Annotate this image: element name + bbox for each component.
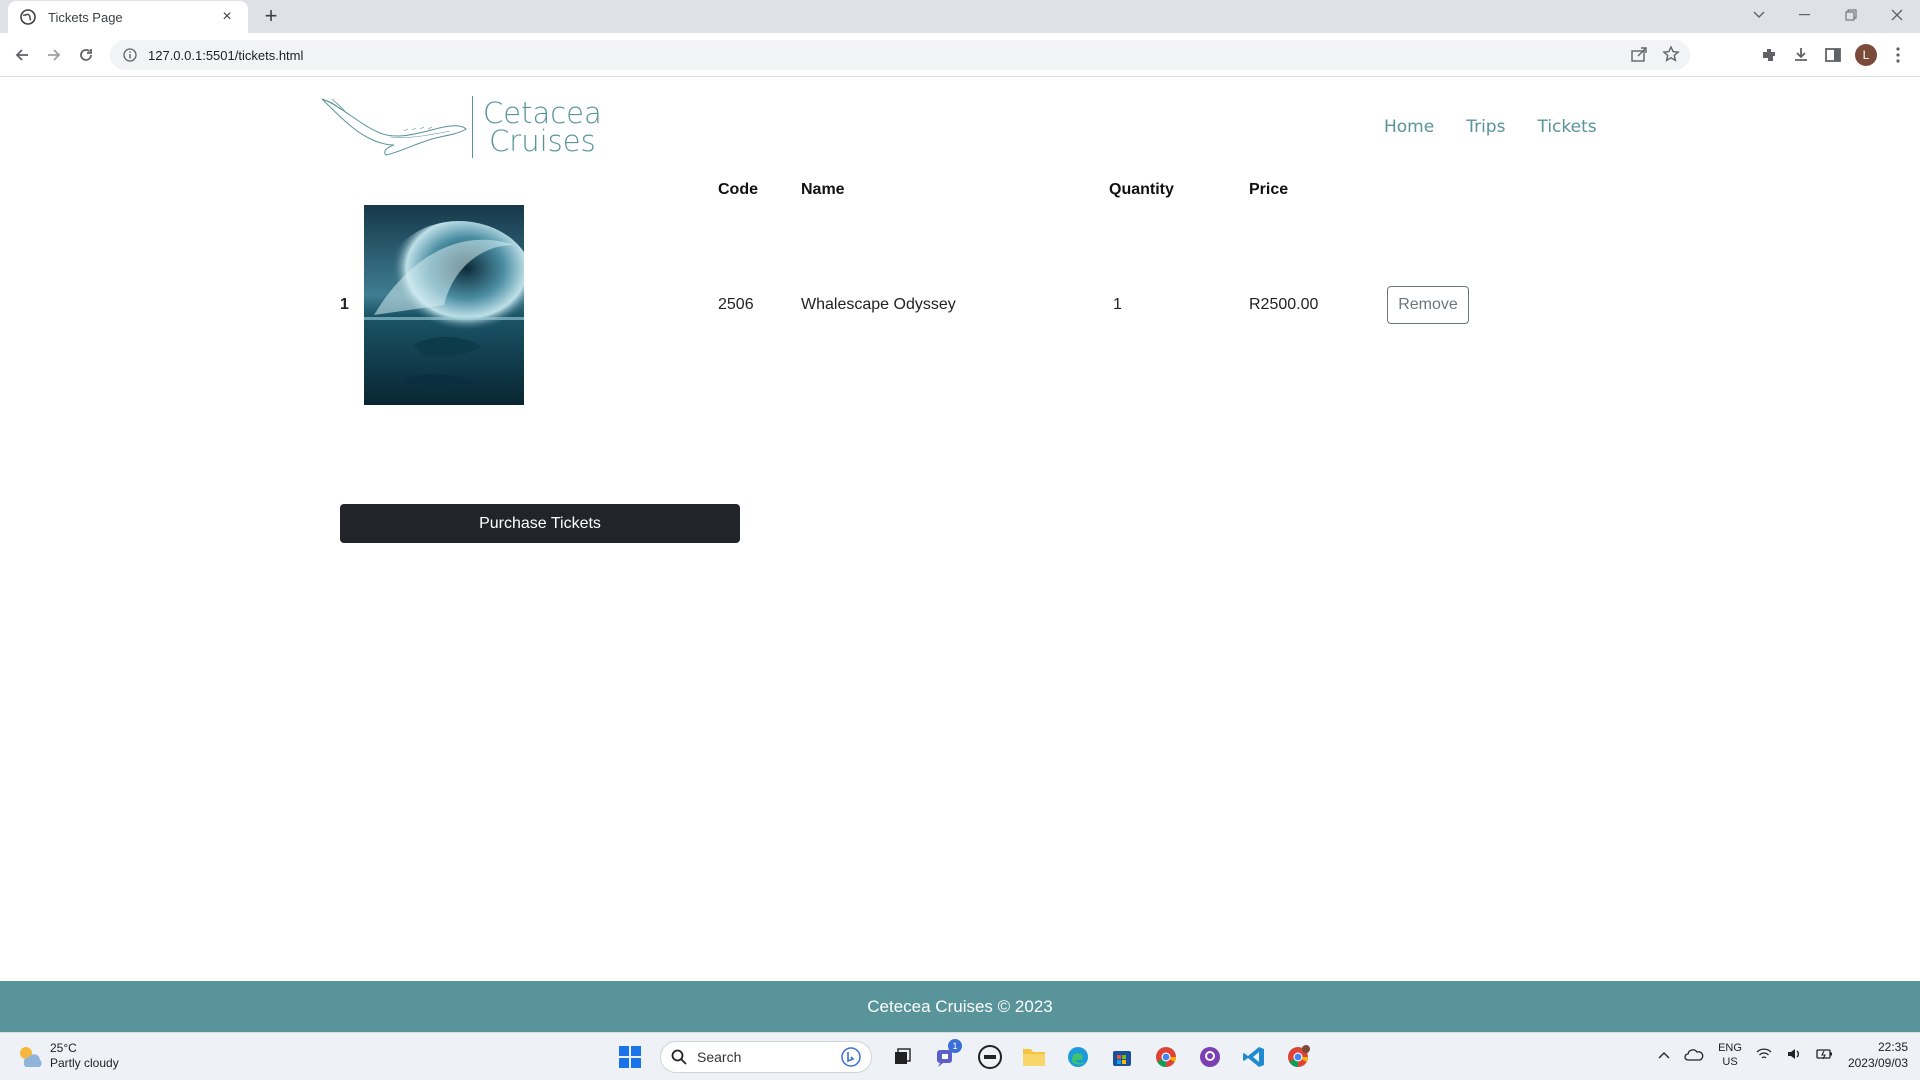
wifi-icon[interactable] bbox=[1756, 1047, 1772, 1064]
nav-trips[interactable]: Trips bbox=[1466, 117, 1505, 137]
forward-icon[interactable] bbox=[42, 43, 66, 67]
site-header: Cetacea Cruises Home Trips Tickets bbox=[0, 77, 1920, 177]
image-header bbox=[364, 175, 718, 205]
nav-tickets[interactable]: Tickets bbox=[1537, 117, 1596, 137]
github-desktop-icon[interactable] bbox=[1192, 1039, 1228, 1075]
clock[interactable]: 22:35 2023/09/03 bbox=[1848, 1039, 1908, 1071]
quantity-header: Quantity bbox=[1109, 181, 1174, 198]
teams-chat-icon[interactable]: 1 bbox=[928, 1039, 964, 1075]
volume-icon[interactable] bbox=[1786, 1047, 1802, 1064]
taskbar-search[interactable]: Search bbox=[660, 1041, 872, 1073]
back-icon[interactable] bbox=[10, 43, 34, 67]
globe-icon bbox=[20, 9, 36, 25]
tab-title: Tickets Page bbox=[48, 9, 123, 25]
address-bar[interactable]: 127.0.0.1:5501/tickets.html bbox=[110, 40, 1690, 70]
browser-tabstrip: Tickets Page × + bbox=[0, 0, 1920, 33]
window-close-button[interactable] bbox=[1874, 0, 1920, 30]
reload-icon[interactable] bbox=[74, 43, 98, 67]
logo-line-1: Cetacea bbox=[483, 96, 602, 130]
restore-button[interactable] bbox=[1828, 0, 1874, 30]
download-icon[interactable] bbox=[1789, 43, 1813, 67]
row-name: Whalescape Odyssey bbox=[801, 296, 956, 313]
lang-line-2: US bbox=[1722, 1056, 1738, 1068]
footer-text: Cetecea Cruises © 2023 bbox=[867, 996, 1053, 1016]
image-cell bbox=[364, 205, 718, 405]
search-icon bbox=[671, 1049, 687, 1065]
dell-icon[interactable] bbox=[972, 1039, 1008, 1075]
new-tab-button[interactable]: + bbox=[260, 5, 282, 28]
chrome-icon[interactable] bbox=[1148, 1039, 1184, 1075]
partly-cloudy-icon bbox=[20, 1047, 42, 1067]
table-row: 1 2506 Whalescape Odyssey 1 R2500.00 Rem… bbox=[340, 205, 1507, 405]
close-icon[interactable]: × bbox=[218, 8, 236, 26]
clock-date: 2023/09/03 bbox=[1847, 1056, 1908, 1070]
microsoft-store-icon[interactable] bbox=[1104, 1039, 1140, 1075]
taskbar-search-placeholder: Search bbox=[697, 1049, 742, 1065]
logo-divider bbox=[472, 96, 473, 158]
side-panel-icon[interactable] bbox=[1821, 43, 1845, 67]
lang-line-1: ENG bbox=[1718, 1042, 1742, 1054]
clock-time: 22:35 bbox=[1877, 1040, 1908, 1054]
info-icon[interactable] bbox=[122, 47, 138, 63]
row-quantity: 1 bbox=[1113, 296, 1122, 313]
logo-text: Cetacea Cruises bbox=[483, 96, 602, 158]
weather-condition: Partly cloudy bbox=[50, 1056, 119, 1070]
nav-home[interactable]: Home bbox=[1384, 117, 1434, 137]
row-code: 2506 bbox=[718, 296, 754, 313]
action-header bbox=[1387, 175, 1507, 205]
purchase-tickets-button[interactable]: Purchase Tickets bbox=[340, 504, 740, 543]
tickets-table: Code Name Quantity Price 1 2506 Whalesca… bbox=[340, 175, 1507, 405]
language-indicator[interactable]: ENG US bbox=[1718, 1041, 1742, 1069]
weather-temperature: 25°C bbox=[50, 1041, 77, 1055]
bookmark-star-icon[interactable] bbox=[1662, 45, 1680, 68]
remove-button[interactable]: Remove bbox=[1387, 286, 1469, 324]
row-action-cell: Remove bbox=[1387, 205, 1507, 405]
chat-badge: 1 bbox=[948, 1039, 962, 1053]
main-nav: Home Trips Tickets bbox=[1384, 117, 1629, 137]
windows-start-icon[interactable] bbox=[612, 1039, 648, 1075]
site-footer: Cetecea Cruises © 2023 bbox=[0, 981, 1920, 1032]
os-taskbar: 25°C Partly cloudy Search 1 ENG US 22:35… bbox=[0, 1032, 1920, 1080]
weather-widget[interactable]: 25°C Partly cloudy bbox=[16, 1041, 119, 1071]
browser-tab[interactable]: Tickets Page × bbox=[8, 1, 248, 33]
taskbar-apps: Search 1 bbox=[612, 1039, 1316, 1075]
chevron-up-icon[interactable] bbox=[1658, 1048, 1670, 1062]
code-header: Code bbox=[718, 181, 758, 198]
vscode-icon[interactable] bbox=[1236, 1039, 1272, 1075]
whale-wave-image bbox=[364, 205, 524, 405]
share-icon[interactable] bbox=[1630, 45, 1648, 68]
file-explorer-icon[interactable] bbox=[1016, 1039, 1052, 1075]
profile-avatar[interactable]: L bbox=[1855, 44, 1877, 66]
logo-line-2: Cruises bbox=[489, 124, 596, 158]
url-text: 127.0.0.1:5501/tickets.html bbox=[148, 47, 304, 63]
edge-icon[interactable] bbox=[1060, 1039, 1096, 1075]
minimize-button[interactable] bbox=[1782, 0, 1828, 30]
row-index: 1 bbox=[340, 296, 349, 313]
extensions-icon[interactable] bbox=[1757, 43, 1781, 67]
system-tray: ENG US 22:35 2023/09/03 bbox=[1658, 1039, 1908, 1071]
table-header-row: Code Name Quantity Price bbox=[340, 175, 1507, 205]
index-header bbox=[340, 175, 364, 205]
chrome-profile-icon[interactable] bbox=[1280, 1039, 1316, 1075]
bing-icon bbox=[841, 1047, 861, 1067]
name-header: Name bbox=[801, 181, 845, 198]
onedrive-cloud-icon[interactable] bbox=[1684, 1047, 1704, 1064]
menu-kebab-icon[interactable] bbox=[1886, 43, 1910, 67]
task-view-icon[interactable] bbox=[884, 1039, 920, 1075]
row-price: R2500.00 bbox=[1249, 296, 1319, 313]
battery-icon[interactable] bbox=[1816, 1047, 1834, 1064]
price-header: Price bbox=[1249, 181, 1289, 198]
browser-toolbar: 127.0.0.1:5501/tickets.html L bbox=[0, 33, 1920, 77]
tab-search-icon[interactable] bbox=[1736, 0, 1782, 30]
site-logo[interactable]: Cetacea Cruises bbox=[320, 95, 610, 159]
whale-logo-icon bbox=[321, 98, 467, 156]
